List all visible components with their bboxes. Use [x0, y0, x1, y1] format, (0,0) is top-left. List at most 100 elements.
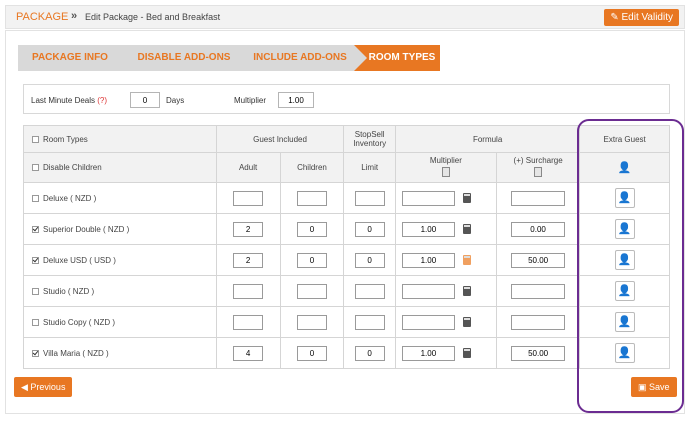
room-name: Deluxe USD ( USD ) — [43, 255, 116, 265]
page-title: Edit Package - Bed and Breakfast — [85, 12, 221, 22]
edit-icon: ✎ — [610, 12, 622, 23]
room-name: Villa Maria ( NZD ) — [43, 348, 109, 358]
surcharge-input[interactable] — [511, 345, 566, 361]
step-package-info[interactable]: PACKAGE INFO — [18, 45, 135, 71]
extra-guest-button[interactable]: 👤 — [614, 219, 635, 239]
person-icon: 👤 — [617, 192, 632, 204]
save-button[interactable]: ▣ Save — [631, 377, 677, 397]
multiplier-input[interactable] — [401, 345, 455, 361]
room-checkbox[interactable] — [32, 194, 39, 202]
person-icon: 👤 — [617, 347, 632, 359]
room-name-cell: Superior Double ( NZD ) — [23, 213, 217, 245]
children-input[interactable] — [296, 190, 327, 206]
calculator-icon[interactable] — [462, 348, 471, 359]
multiplier-input[interactable] — [278, 92, 314, 108]
room-name-cell: Villa Maria ( NZD ) — [23, 337, 217, 369]
surcharge-input[interactable] — [511, 221, 566, 237]
apply-multiplier-button[interactable] — [441, 167, 450, 177]
room-checkbox[interactable] — [32, 349, 39, 357]
adult-input[interactable] — [233, 252, 264, 268]
previous-button[interactable]: ◀ Previous — [14, 377, 73, 397]
step-disable-add-ons[interactable]: DISABLE ADD-ONS — [122, 45, 249, 71]
disable-children-checkbox[interactable] — [32, 164, 39, 172]
surcharge-input[interactable] — [511, 283, 566, 299]
calculator-icon[interactable] — [462, 317, 471, 328]
surcharge-input[interactable] — [511, 190, 566, 206]
calculator-icon[interactable] — [462, 193, 471, 204]
extra-guest-button[interactable]: 👤 — [614, 281, 635, 301]
step-arrow — [122, 45, 135, 71]
multiplier-input[interactable] — [401, 314, 455, 330]
adult-input[interactable] — [233, 221, 264, 237]
room-types-table: Room Types Guest Included StopSell Inven… — [23, 125, 670, 369]
table-row: Deluxe ( NZD ) 👤 — [23, 182, 670, 214]
extra-guest-button[interactable]: 👤 — [614, 343, 635, 363]
step-include-add-ons[interactable]: INCLUDE ADD-ONS — [236, 45, 367, 71]
table-row: Studio Copy ( NZD ) 👤 — [23, 306, 670, 338]
room-name-cell: Deluxe ( NZD ) — [23, 182, 217, 214]
room-checkbox[interactable] — [32, 287, 39, 295]
table-row: Superior Double ( NZD ) 👤 — [23, 213, 670, 245]
children-input[interactable] — [296, 252, 327, 268]
room-name: Studio ( NZD ) — [43, 286, 95, 296]
limit-input[interactable] — [354, 190, 385, 206]
select-all-checkbox[interactable] — [32, 135, 39, 143]
header-multiplier: Multiplier — [394, 152, 497, 183]
extra-guest-button[interactable]: 👤 — [614, 312, 635, 332]
room-checkbox[interactable] — [32, 225, 39, 233]
room-types-label: Room Types — [43, 134, 88, 144]
surcharge-header-label: (+) Surcharge — [513, 156, 563, 165]
header-extra-guest-icon: 👤 — [579, 152, 670, 183]
header-extra-guest: Extra Guest — [579, 125, 670, 153]
surcharge-input[interactable] — [511, 252, 566, 268]
header-formula: Formula — [394, 125, 581, 153]
step-label: PACKAGE INFO — [32, 52, 108, 63]
extra-guest-button[interactable]: 👤 — [614, 250, 635, 270]
limit-input[interactable] — [354, 314, 385, 330]
step-label: ROOM TYPES — [368, 52, 436, 63]
header-guest-included: Guest Included — [215, 125, 345, 153]
apply-surcharge-button[interactable] — [534, 167, 543, 177]
step-arrow — [236, 45, 249, 71]
adult-input[interactable] — [233, 190, 264, 206]
surcharge-input[interactable] — [511, 314, 566, 330]
limit-input[interactable] — [354, 283, 385, 299]
multiplier-input[interactable] — [401, 190, 455, 206]
children-input[interactable] — [296, 345, 327, 361]
previous-label: Previous — [30, 381, 66, 392]
extra-guest-button[interactable]: 👤 — [614, 188, 635, 208]
room-name: Deluxe ( NZD ) — [43, 193, 97, 203]
adult-input[interactable] — [233, 345, 264, 361]
room-checkbox[interactable] — [32, 318, 39, 326]
adult-input[interactable] — [233, 314, 264, 330]
multiplier-input[interactable] — [401, 252, 455, 268]
disable-children-label: Disable Children — [43, 163, 102, 172]
table-row: Deluxe USD ( USD ) 👤 — [23, 244, 670, 276]
header-room-types: Room Types — [23, 125, 217, 153]
multiplier-input[interactable] — [401, 283, 455, 299]
room-checkbox[interactable] — [32, 256, 39, 264]
limit-input[interactable] — [354, 345, 385, 361]
room-name: Studio Copy ( NZD ) — [43, 317, 116, 327]
header-adult: Adult — [215, 152, 281, 183]
limit-input[interactable] — [354, 252, 385, 268]
calculator-icon[interactable] — [462, 286, 471, 297]
children-input[interactable] — [296, 314, 327, 330]
help-icon[interactable]: (?) — [97, 96, 107, 105]
multiplier-input[interactable] — [401, 221, 455, 237]
header-disable-children: Disable Children — [23, 152, 217, 183]
step-arrow — [354, 45, 367, 71]
calculator-icon[interactable] — [462, 224, 471, 235]
children-input[interactable] — [296, 221, 327, 237]
last-minute-days-input[interactable] — [130, 92, 160, 108]
last-minute-deals-box: Last Minute Deals (?) Days Multiplier — [23, 84, 670, 114]
person-icon: 👤 — [617, 285, 632, 297]
step-label: INCLUDE ADD-ONS — [253, 52, 347, 63]
limit-input[interactable] — [354, 221, 385, 237]
adult-input[interactable] — [233, 283, 264, 299]
calculator-icon[interactable] — [462, 255, 471, 266]
breadcrumb-package[interactable]: PACKAGE — [16, 11, 68, 23]
chevron-left-icon: ◀ — [21, 381, 31, 392]
children-input[interactable] — [296, 283, 327, 299]
edit-validity-button[interactable]: ✎ Edit Validity — [604, 9, 679, 26]
